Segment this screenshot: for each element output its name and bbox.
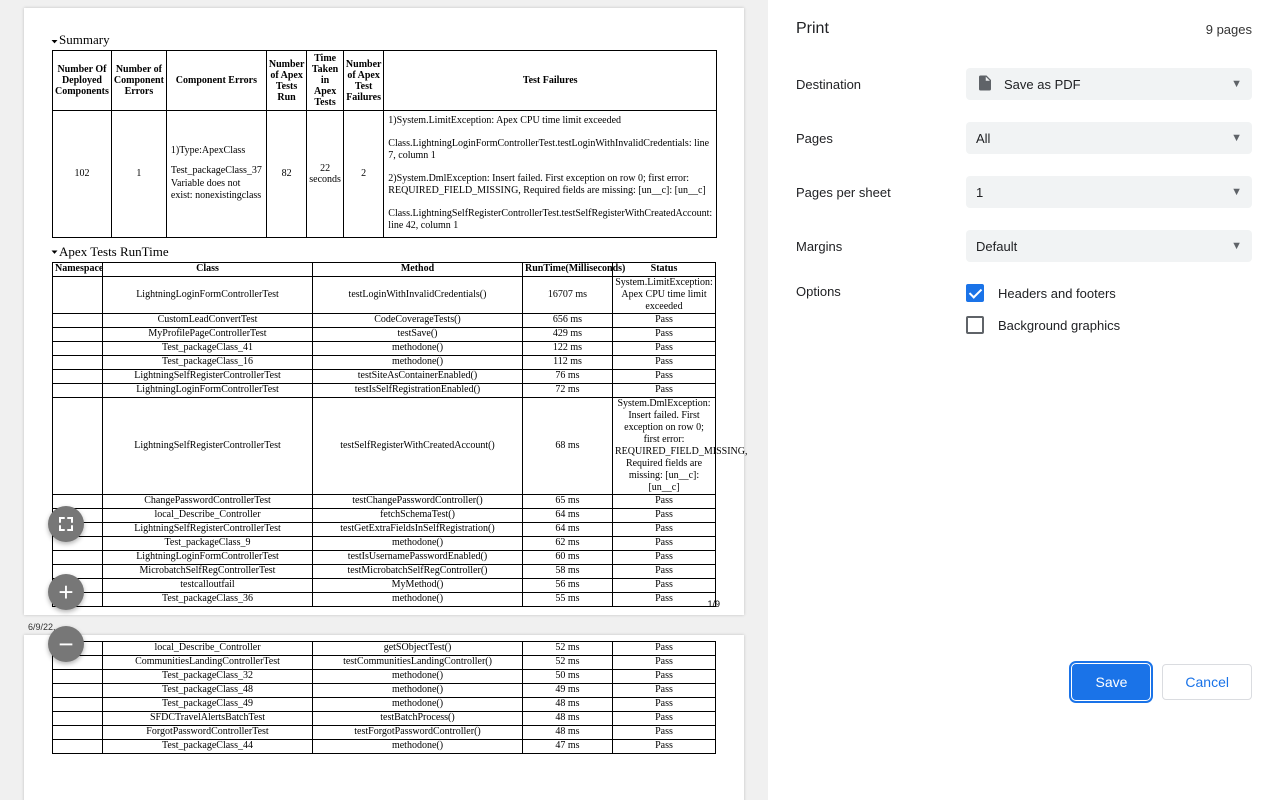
chevron-down-icon: ▼ <box>1231 186 1242 198</box>
zoom-in-button[interactable]: + <box>48 574 84 610</box>
table-row: SFDCTravelAlertsBatchTesttestBatchProces… <box>53 711 716 725</box>
cancel-button[interactable]: Cancel <box>1162 664 1252 700</box>
chevron-down-icon: ▼ <box>1231 132 1242 144</box>
destination-select[interactable]: Save as PDF ▼ <box>966 68 1252 100</box>
table-row: Test_packageClass_36methodone()55 msPass <box>53 592 716 606</box>
pages-select[interactable]: All ▼ <box>966 122 1252 154</box>
table-row: CommunitiesLandingControllerTesttestComm… <box>53 655 716 669</box>
table-row: LightningLoginFormControllerTesttestIsUs… <box>53 550 716 564</box>
print-title: Print <box>796 20 829 38</box>
page-number: 1/9 <box>707 599 720 609</box>
headers-footers-checkbox[interactable] <box>966 284 984 302</box>
table-row: Test_packageClass_44methodone()47 msPass <box>53 739 716 753</box>
fit-to-page-button[interactable] <box>48 506 84 542</box>
table-row: LightningSelfRegisterControllerTesttestG… <box>53 522 716 536</box>
preview-scroll[interactable]: Summary Number Of Deployed Components Nu… <box>0 0 768 800</box>
table-row: ChangePasswordControllerTesttestChangePa… <box>53 494 716 508</box>
table-row: LightningLoginFormControllerTesttestLogi… <box>53 276 716 313</box>
table-row: local_Describe_ControllergetSObjectTest(… <box>53 641 716 655</box>
pages-per-sheet-select[interactable]: 1 ▼ <box>966 176 1252 208</box>
table-row: Test_packageClass_32methodone()50 msPass <box>53 669 716 683</box>
table-row: testcalloutfailMyMethod()56 msPass <box>53 578 716 592</box>
pages-per-sheet-label: Pages per sheet <box>796 185 966 200</box>
page-date: 6/9/22, <box>28 622 56 632</box>
table-row: LightningLoginFormControllerTesttestIsSe… <box>53 383 716 397</box>
table-row: LightningSelfRegisterControllerTesttestS… <box>53 369 716 383</box>
print-sidebar: Print 9 pages Destination Save as PDF ▼ … <box>768 0 1280 800</box>
table-row: Test_packageClass_9methodone()62 msPass <box>53 536 716 550</box>
table-row: LightningSelfRegisterControllerTesttestS… <box>53 397 716 494</box>
headers-footers-label: Headers and footers <box>998 286 1116 301</box>
print-preview-area: Summary Number Of Deployed Components Nu… <box>0 0 768 800</box>
table-row: Test_packageClass_16methodone()112 msPas… <box>53 355 716 369</box>
preview-page-2: 6/9/22, local_Describe_ControllergetSObj… <box>24 635 744 800</box>
table-row: MyProfilePageControllerTesttestSave()429… <box>53 327 716 341</box>
runtime-table-p2: local_Describe_ControllergetSObjectTest(… <box>52 641 716 754</box>
summary-table: Number Of Deployed Components Number of … <box>52 50 717 238</box>
table-row: Test_packageClass_41methodone()122 msPas… <box>53 341 716 355</box>
chevron-down-icon: ▼ <box>1231 240 1242 252</box>
background-graphics-label: Background graphics <box>998 318 1120 333</box>
table-row: ForgotPasswordControllerTesttestForgotPa… <box>53 725 716 739</box>
margins-select[interactable]: Default ▼ <box>966 230 1252 262</box>
options-label: Options <box>796 284 966 299</box>
pdf-icon <box>976 74 994 95</box>
zoom-out-button[interactable]: − <box>48 626 84 662</box>
runtime-title: Apex Tests RunTime <box>52 244 716 260</box>
table-row: MicrobatchSelfRegControllerTesttestMicro… <box>53 564 716 578</box>
chevron-down-icon: ▼ <box>1231 78 1242 90</box>
save-button[interactable]: Save <box>1072 664 1150 700</box>
runtime-table-p1: NamespaceClassMethodRunTime(Milliseconds… <box>52 262 716 607</box>
preview-page-1: Summary Number Of Deployed Components Nu… <box>24 8 744 615</box>
background-graphics-checkbox[interactable] <box>966 316 984 334</box>
table-row: local_Describe_ControllerfetchSchemaTest… <box>53 508 716 522</box>
summary-title: Summary <box>52 32 716 48</box>
table-row: Test_packageClass_49methodone()48 msPass <box>53 697 716 711</box>
page-count: 9 pages <box>1206 22 1252 37</box>
table-row: CustomLeadConvertTestCodeCoverageTests()… <box>53 313 716 327</box>
destination-label: Destination <box>796 77 966 92</box>
margins-label: Margins <box>796 239 966 254</box>
table-row: Test_packageClass_48methodone()49 msPass <box>53 683 716 697</box>
pages-label: Pages <box>796 131 966 146</box>
